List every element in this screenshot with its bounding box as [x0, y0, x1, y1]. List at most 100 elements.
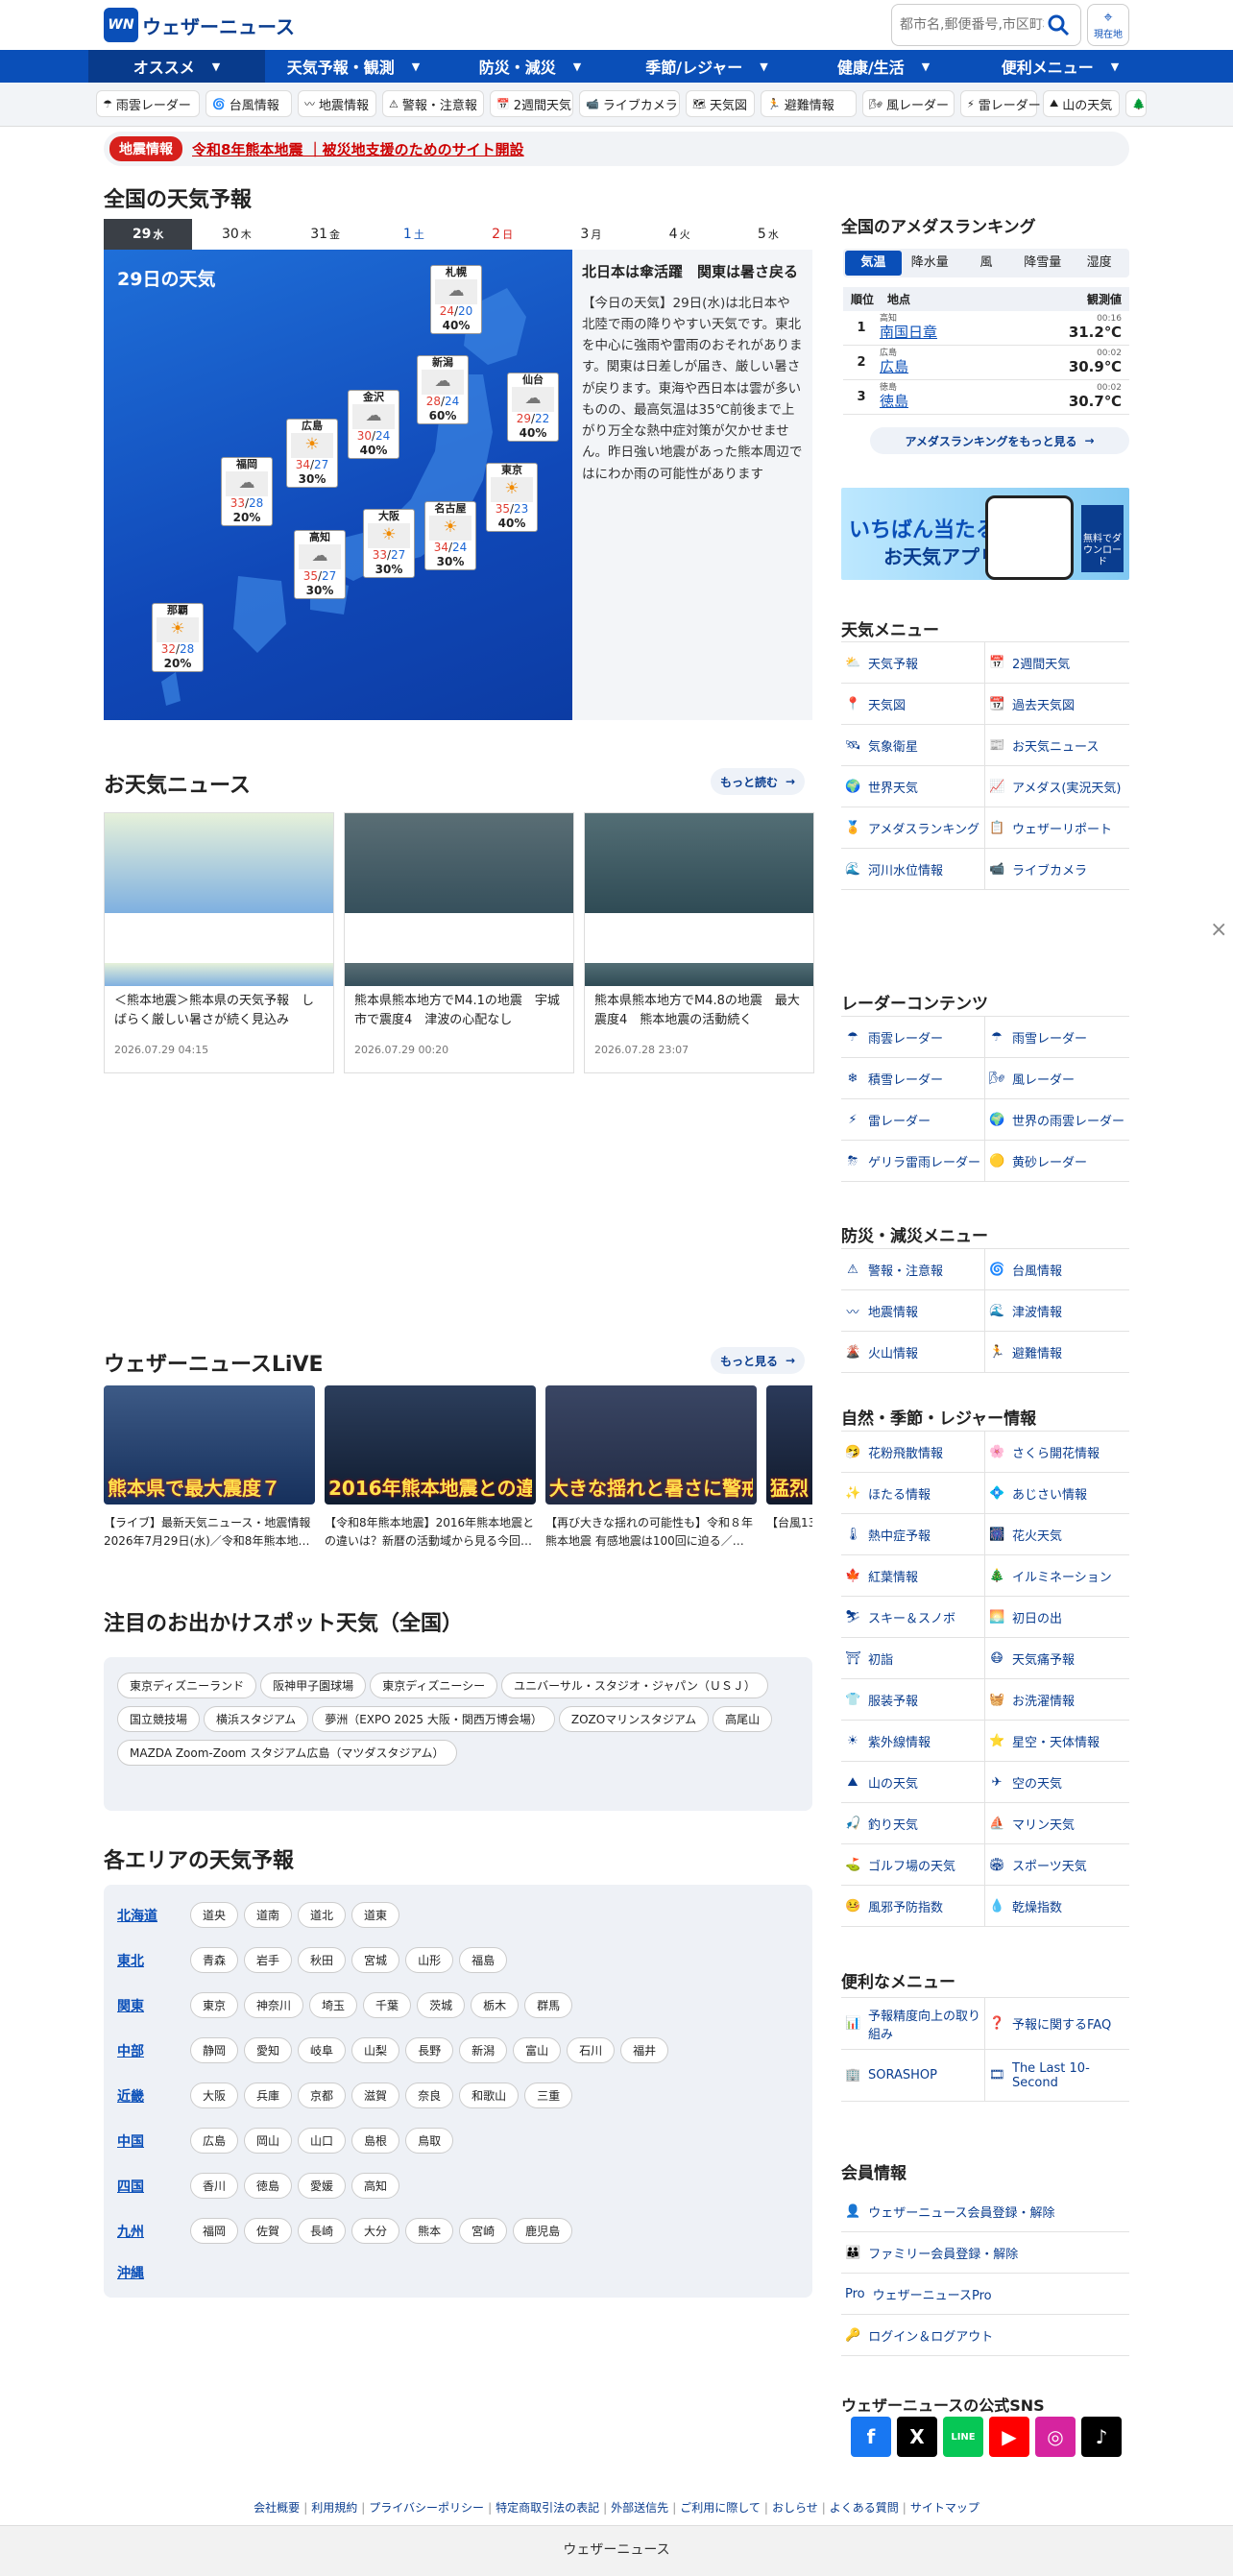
- spot-chip[interactable]: 東京ディズニーランド: [117, 1673, 257, 1698]
- spot-chip[interactable]: 横浜スタジアム: [204, 1706, 309, 1732]
- footer-link[interactable]: 特定商取引法の表記: [496, 2501, 599, 2515]
- area-pref-chip[interactable]: 佐賀: [244, 2218, 293, 2244]
- city-marker[interactable]: 名古屋 ☀ 34/24 30%: [424, 501, 476, 570]
- nav-item-0[interactable]: オススメ ▼: [88, 50, 265, 83]
- live-title[interactable]: 【台風13号…想 今後の…: [766, 1514, 812, 1549]
- area-pref-chip[interactable]: 群馬: [524, 1992, 573, 2018]
- news-card[interactable]: 熊本県熊本地方でM4.1の地震 宇城市で震度4 津波の心配なし 2026.07.2…: [344, 812, 574, 1073]
- menu-item[interactable]: 🏢 SORASHOP: [841, 2050, 985, 2102]
- footer-link[interactable]: 利用規約: [311, 2501, 357, 2515]
- city-marker[interactable]: 那覇 ☀ 32/28 20%: [152, 603, 204, 672]
- menu-item[interactable]: ❄ 積雪レーダー: [841, 1058, 985, 1099]
- menu-item[interactable]: 🌬 風レーダー: [985, 1058, 1129, 1099]
- area-pref-chip[interactable]: 福岡: [190, 2218, 239, 2244]
- forecast-headline[interactable]: 北日本は傘活躍 関東は暑さ戻る: [582, 261, 803, 283]
- area-pref-chip[interactable]: 長野: [405, 2037, 454, 2063]
- menu-item[interactable]: ✈ 空の天気: [985, 1762, 1129, 1803]
- area-region-link[interactable]: 近畿: [117, 2086, 190, 2106]
- menu-item[interactable]: ⛵ マリン天気: [985, 1803, 1129, 1844]
- area-pref-chip[interactable]: 新潟: [459, 2037, 508, 2063]
- area-pref-chip[interactable]: 熊本: [405, 2218, 454, 2244]
- spot-chip[interactable]: MAZDA Zoom-Zoom スタジアム広島（マツダスタジアム）: [117, 1740, 457, 1766]
- quick-link-3[interactable]: ⚠ 警報・注意報: [382, 90, 484, 117]
- city-marker[interactable]: 福岡 ☁ 33/28 20%: [221, 457, 273, 526]
- menu-item[interactable]: 🤧 花粉飛散情報: [841, 1432, 985, 1473]
- live-card[interactable]: 猛烈【台風13号…想 今後の…: [766, 1385, 812, 1549]
- area-pref-chip[interactable]: 和歌山: [459, 2082, 520, 2108]
- nav-item-4[interactable]: 健康/生活 ▼: [795, 50, 972, 83]
- menu-item[interactable]: 🎣 釣り天気: [841, 1803, 985, 1844]
- live-card[interactable]: 大きな揺れと暑さに警戒 【再び大きな揺れの可能性も】令和８年熊本地震 有感地震は1…: [545, 1385, 757, 1549]
- footer-link[interactable]: よくある質問: [830, 2501, 899, 2515]
- area-pref-chip[interactable]: 鳥取: [405, 2128, 454, 2154]
- news-title[interactable]: 熊本県熊本地方でM4.1の地震 宇城市で震度4 津波の心配なし: [345, 986, 573, 1036]
- area-region-link[interactable]: 関東: [117, 1996, 190, 2015]
- area-pref-chip[interactable]: 愛知: [244, 2037, 293, 2063]
- menu-item[interactable]: 🌸 さくら開花情報: [985, 1432, 1129, 1473]
- area-pref-chip[interactable]: 秋田: [298, 1947, 347, 1973]
- menu-item[interactable]: 🌡 熱中症予報: [841, 1514, 985, 1555]
- menu-item[interactable]: 📹 ライブカメラ: [985, 849, 1129, 890]
- menu-item[interactable]: ☂ 雨雪レーダー: [985, 1017, 1129, 1058]
- live-title[interactable]: 【再び大きな揺れの可能性も】令和８年熊本地震 有感地震は100回に迫る／…: [545, 1514, 757, 1549]
- menu-item[interactable]: 🛰 気象衛星: [841, 725, 985, 766]
- app-banner[interactable]: いちばん当たる お天気アプリ 無料でダウンロード: [841, 488, 1129, 580]
- menu-item[interactable]: 😷 天気痛予報: [985, 1638, 1129, 1679]
- menu-item[interactable]: ⚡ 雷レーダー: [841, 1099, 985, 1141]
- area-pref-chip[interactable]: 山梨: [351, 2037, 400, 2063]
- area-pref-chip[interactable]: 道央: [190, 1902, 239, 1928]
- day-tab-5[interactable]: 3月: [546, 219, 635, 250]
- area-pref-chip[interactable]: 三重: [524, 2082, 573, 2108]
- area-region-link[interactable]: 九州: [117, 2222, 190, 2241]
- day-tab-2[interactable]: 31 金: [281, 219, 370, 250]
- footer-link[interactable]: おしらせ: [772, 2501, 818, 2515]
- menu-item[interactable]: 🎄 イルミネーション: [985, 1555, 1129, 1597]
- live-card[interactable]: 熊本県で最大震度７ 【ライブ】最新天気ニュース・地震情報 2026年7月29日(水…: [104, 1385, 315, 1549]
- sns-icon-3[interactable]: ▶: [989, 2417, 1029, 2457]
- menu-item[interactable]: 📈 アメダス(実況天気): [985, 766, 1129, 807]
- area-pref-chip[interactable]: 埼玉: [309, 1992, 358, 2018]
- area-pref-chip[interactable]: 東京: [190, 1992, 239, 2018]
- menu-item[interactable]: 🏅 アメダスランキング: [841, 807, 985, 849]
- city-marker[interactable]: 広島 ☀ 34/27 30%: [286, 419, 338, 488]
- menu-item[interactable]: 💧 乾燥指数: [985, 1886, 1129, 1927]
- spot-chip[interactable]: 阪神甲子園球場: [260, 1673, 367, 1698]
- area-pref-chip[interactable]: 神奈川: [244, 1992, 304, 2018]
- area-pref-chip[interactable]: 石川: [567, 2037, 616, 2063]
- day-tab-0[interactable]: 29 水: [104, 219, 193, 250]
- spot-chip[interactable]: ユニバーサル・スタジオ・ジャパン（ＵＳＪ）: [501, 1673, 768, 1698]
- menu-item[interactable]: 🤒 風邪予防指数: [841, 1886, 985, 1927]
- area-pref-chip[interactable]: 長崎: [298, 2218, 347, 2244]
- day-tab-7[interactable]: 5水: [724, 219, 812, 250]
- menu-item[interactable]: 📆 過去天気図: [985, 684, 1129, 725]
- sns-icon-2[interactable]: LINE: [943, 2417, 983, 2457]
- area-pref-chip[interactable]: 茨城: [417, 1992, 466, 2018]
- footer-link[interactable]: サイトマップ: [910, 2501, 979, 2515]
- menu-item[interactable]: 🏟 スポーツ天気: [985, 1844, 1129, 1886]
- menu-item[interactable]: ⛷ スキー＆スノボ: [841, 1597, 985, 1638]
- menu-item[interactable]: 🌊 津波情報: [985, 1290, 1129, 1332]
- search-input[interactable]: [900, 17, 1044, 33]
- area-pref-chip[interactable]: 道南: [244, 1902, 293, 1928]
- area-region-link[interactable]: 北海道: [117, 1906, 190, 1925]
- quick-link-6[interactable]: 🗺 天気図: [686, 90, 755, 117]
- area-pref-chip[interactable]: 山口: [298, 2128, 347, 2154]
- area-pref-chip[interactable]: 徳島: [244, 2173, 293, 2199]
- area-pref-chip[interactable]: 大分: [351, 2218, 400, 2244]
- menu-item[interactable]: 🧺 お洗濯情報: [985, 1679, 1129, 1721]
- quick-link-2[interactable]: 〰地震情報: [298, 90, 376, 117]
- amedas-tab-0[interactable]: 気温: [845, 251, 902, 276]
- amedas-tab-4[interactable]: 湿度: [1071, 251, 1127, 276]
- area-region-link[interactable]: 沖縄: [117, 2263, 190, 2282]
- quick-link-9[interactable]: ⚡ 雷レーダー: [960, 90, 1041, 117]
- menu-item[interactable]: ⛈ ゲリラ雷雨レーダー: [841, 1141, 985, 1182]
- area-pref-chip[interactable]: 静岡: [190, 2037, 239, 2063]
- area-pref-chip[interactable]: 山形: [405, 1947, 454, 1973]
- menu-item[interactable]: 🌋 火山情報: [841, 1332, 985, 1373]
- live-title[interactable]: 【令和8年熊本地震】2016年熊本地震との違いは？新暦の活動域から見る今回…: [325, 1514, 536, 1549]
- sns-icon-0[interactable]: f: [851, 2417, 891, 2457]
- quick-link-4[interactable]: 📅 2週間天気: [490, 90, 573, 117]
- news-title[interactable]: ＜熊本地震＞熊本県の天気予報 しばらく厳しい暑さが続く見込み: [105, 986, 333, 1036]
- menu-item[interactable]: 📅 2週間天気: [985, 642, 1129, 684]
- live-title[interactable]: 【ライブ】最新天気ニュース・地震情報 2026年7月29日(水)／令和8年熊本地…: [104, 1514, 315, 1549]
